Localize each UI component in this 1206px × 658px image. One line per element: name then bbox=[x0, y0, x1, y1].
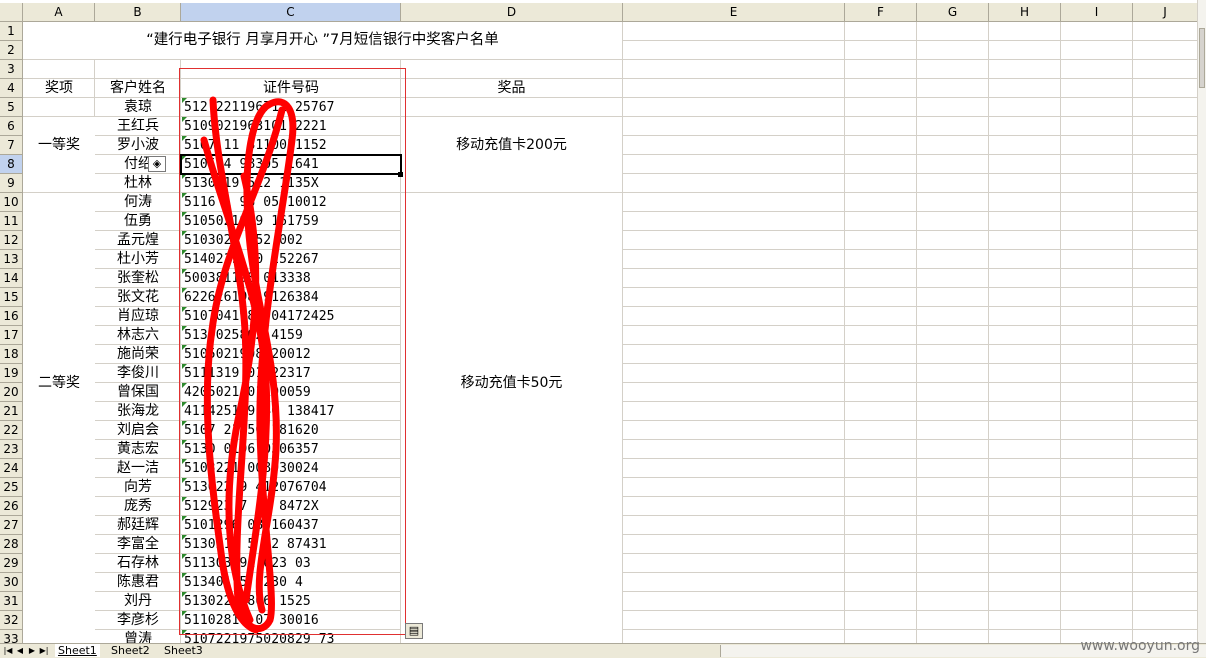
row-header-30[interactable]: 30 bbox=[0, 573, 23, 592]
tab-sheet2[interactable]: Sheet2 bbox=[108, 644, 153, 657]
winner-name[interactable]: 曾保国 bbox=[95, 383, 181, 402]
winner-name[interactable]: 付绍 bbox=[95, 155, 181, 174]
column-header-j[interactable]: J bbox=[1133, 3, 1198, 22]
winner-name[interactable]: 陈惠君 bbox=[95, 573, 181, 592]
row-header-28[interactable]: 28 bbox=[0, 535, 23, 554]
winner-name[interactable]: 李俊川 bbox=[95, 364, 181, 383]
row-header-16[interactable]: 16 bbox=[0, 307, 23, 326]
prev-sheet-icon[interactable]: ◀ bbox=[15, 645, 25, 657]
row-header-19[interactable]: 19 bbox=[0, 364, 23, 383]
first-prize-item[interactable]: 移动充值卡200元 bbox=[401, 136, 622, 155]
row-header-14[interactable]: 14 bbox=[0, 269, 23, 288]
column-header-i[interactable]: I bbox=[1061, 3, 1133, 22]
winner-name[interactable]: 李彦杉 bbox=[95, 611, 181, 630]
column-header-d[interactable]: D bbox=[401, 3, 623, 22]
paste-options-icon[interactable]: ▤ bbox=[405, 623, 423, 639]
winner-name[interactable]: 肖应琼 bbox=[95, 307, 181, 326]
next-sheet-icon[interactable]: ▶ bbox=[27, 645, 37, 657]
row-header-5[interactable]: 5 bbox=[0, 98, 23, 117]
smart-tag-icon[interactable]: ◈ bbox=[148, 156, 166, 172]
row-header-26[interactable]: 26 bbox=[0, 497, 23, 516]
winner-name[interactable]: 石存林 bbox=[95, 554, 181, 573]
row-header-25[interactable]: 25 bbox=[0, 478, 23, 497]
tab-sheet3[interactable]: Sheet3 bbox=[161, 644, 206, 657]
column-header-a[interactable]: A bbox=[23, 3, 95, 22]
row-header-7[interactable]: 7 bbox=[0, 136, 23, 155]
row-header-31[interactable]: 31 bbox=[0, 592, 23, 611]
second-prize-item[interactable]: 移动充值卡50元 bbox=[401, 374, 622, 393]
first-prize-level[interactable]: 一等奖 bbox=[23, 136, 95, 155]
winner-name[interactable]: 袁琼 bbox=[95, 98, 181, 117]
row-header-11[interactable]: 11 bbox=[0, 212, 23, 231]
row-header-1[interactable]: 1 bbox=[0, 22, 23, 41]
winner-name[interactable]: 李富全 bbox=[95, 535, 181, 554]
winner-name[interactable]: 张文花 bbox=[95, 288, 181, 307]
winner-name[interactable]: 孟元煌 bbox=[95, 231, 181, 250]
column-header-g[interactable]: G bbox=[917, 3, 989, 22]
row-header-6[interactable]: 6 bbox=[0, 117, 23, 136]
row-header-18[interactable]: 18 bbox=[0, 345, 23, 364]
row-header-32[interactable]: 32 bbox=[0, 611, 23, 630]
header-prize[interactable]: 奖品 bbox=[401, 79, 622, 98]
winner-name[interactable]: 杜小芳 bbox=[95, 250, 181, 269]
header-prize-level[interactable]: 奖项 bbox=[23, 79, 95, 98]
column-header-e[interactable]: E bbox=[623, 3, 845, 22]
row-header-2[interactable]: 2 bbox=[0, 41, 23, 60]
winner-name[interactable]: 杜林 bbox=[95, 174, 181, 193]
row-header-23[interactable]: 23 bbox=[0, 440, 23, 459]
first-sheet-icon[interactable]: |◀ bbox=[3, 645, 13, 657]
row-header-9[interactable]: 9 bbox=[0, 174, 23, 193]
column-header-c[interactable]: C bbox=[181, 3, 401, 22]
winner-name[interactable]: 刘丹 bbox=[95, 592, 181, 611]
row-header-4[interactable]: 4 bbox=[0, 79, 23, 98]
watermark: www.wooyun.org bbox=[1080, 638, 1200, 654]
winner-name[interactable]: 赵一洁 bbox=[95, 459, 181, 478]
last-sheet-icon[interactable]: ▶| bbox=[39, 645, 49, 657]
winner-name[interactable]: 张海龙 bbox=[95, 402, 181, 421]
row-header-3[interactable]: 3 bbox=[0, 60, 23, 79]
row-header-12[interactable]: 12 bbox=[0, 231, 23, 250]
winner-name[interactable]: 刘启会 bbox=[95, 421, 181, 440]
row-header-24[interactable]: 24 bbox=[0, 459, 23, 478]
winner-name[interactable]: 张奎松 bbox=[95, 269, 181, 288]
sheet-title[interactable]: “建行电子银行 月享月开心 ”7月短信银行中奖客户名单 bbox=[23, 31, 622, 50]
winner-name[interactable]: 何涛 bbox=[95, 193, 181, 212]
row-header-13[interactable]: 13 bbox=[0, 250, 23, 269]
winner-name[interactable]: 林志六 bbox=[95, 326, 181, 345]
row-header-22[interactable]: 22 bbox=[0, 421, 23, 440]
winner-name[interactable]: 罗小波 bbox=[95, 136, 181, 155]
row-header-20[interactable]: 20 bbox=[0, 383, 23, 402]
winner-name[interactable]: 向芳 bbox=[95, 478, 181, 497]
row-header-10[interactable]: 10 bbox=[0, 193, 23, 212]
vertical-scrollbar[interactable] bbox=[1197, 0, 1206, 643]
highlight-rectangle bbox=[179, 68, 406, 635]
spreadsheet: ABCDEFGHIJ 1 2 3 4 5 6 7 8 9 10 11 12 13 14 15 16 17 18 19… bbox=[0, 0, 1206, 643]
column-header-b[interactable]: B bbox=[95, 3, 181, 22]
winner-name[interactable]: 曾涛 bbox=[95, 630, 181, 643]
row-header-21[interactable]: 21 bbox=[0, 402, 23, 421]
row-header-15[interactable]: 15 bbox=[0, 288, 23, 307]
second-prize-level[interactable]: 二等奖 bbox=[23, 374, 95, 393]
winner-name[interactable]: 伍勇 bbox=[95, 212, 181, 231]
row-header-33[interactable]: 33 bbox=[0, 630, 23, 643]
winner-name[interactable]: 施尚荣 bbox=[95, 345, 181, 364]
vertical-scroll-thumb[interactable] bbox=[1199, 28, 1205, 88]
column-header-h[interactable]: H bbox=[989, 3, 1061, 22]
tab-sheet1[interactable]: Sheet1 bbox=[55, 644, 100, 657]
winner-name[interactable]: 黄志宏 bbox=[95, 440, 181, 459]
winner-name[interactable]: 王红兵 bbox=[95, 117, 181, 136]
winner-name[interactable]: 郝廷辉 bbox=[95, 516, 181, 535]
header-customer-name[interactable]: 客户姓名 bbox=[95, 79, 181, 98]
row-header-27[interactable]: 27 bbox=[0, 516, 23, 535]
row-header-8[interactable]: 8 bbox=[0, 155, 23, 174]
column-header-f[interactable]: F bbox=[845, 3, 917, 22]
row-header-17[interactable]: 17 bbox=[0, 326, 23, 345]
winner-name[interactable]: 庞秀 bbox=[95, 497, 181, 516]
row-header-29[interactable]: 29 bbox=[0, 554, 23, 573]
select-all-corner[interactable] bbox=[0, 3, 23, 22]
sheet-tab-bar: |◀ ◀ ▶ ▶| Sheet1 Sheet2 Sheet3 bbox=[0, 643, 1206, 658]
